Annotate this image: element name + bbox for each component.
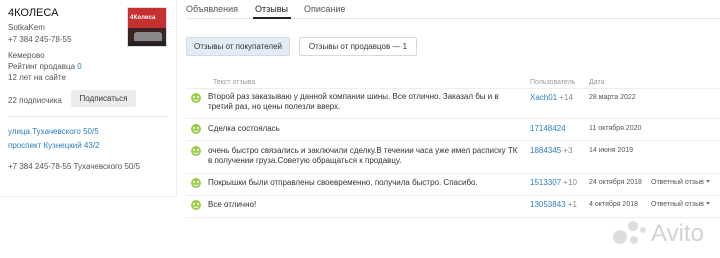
column-header-user: Пользователь (530, 79, 576, 86)
seller-rating: Рейтинг продавца 0 (8, 62, 82, 71)
review-user[interactable]: 17148424 (530, 124, 566, 133)
review-user[interactable]: 1513307 +10 (530, 178, 577, 187)
seller-card: 4КОЛЕСА SotkaKem +7 384 245-78-55 4Колес… (0, 0, 177, 197)
review-row: Сделка состоялась 17148424 11 октября 20… (186, 118, 720, 140)
column-header-date: Дата (589, 79, 605, 86)
reply-label: Ответный отзыв (651, 179, 704, 186)
review-user[interactable]: 13053843 +1 (530, 200, 577, 209)
positive-smile-icon (191, 200, 201, 210)
seller-login: SotkaKem (8, 23, 45, 32)
seller-phone: +7 384 245-78-55 (8, 35, 72, 44)
tab-listings[interactable]: Объявления (186, 4, 238, 14)
positive-smile-icon (191, 146, 201, 156)
positive-smile-icon (191, 178, 201, 188)
review-date: 14 июня 2019 (589, 147, 634, 154)
watermark-text: Avito (651, 220, 704, 247)
seller-avatar[interactable]: 4Колеса (127, 7, 167, 47)
review-user-name[interactable]: 13053843 (530, 200, 566, 209)
reply-label: Ответный отзыв (651, 201, 704, 208)
logo-road (128, 42, 166, 46)
review-row: Второй раз заказываю у данной компании ш… (186, 88, 720, 118)
filter-buyers-reviews[interactable]: Отзывы от покупателей (186, 37, 290, 56)
divider (8, 116, 168, 117)
profile-tabs: Объявления Отзывы Описание (186, 0, 720, 19)
address-link[interactable]: улица Тухачевского 50/5 (8, 127, 99, 136)
review-user-count: +1 (567, 200, 577, 209)
review-user-count: +10 (563, 178, 577, 187)
review-date: 11 октября 2020 (589, 125, 642, 132)
logo-text: 4Колеса (130, 15, 156, 21)
review-user-name[interactable]: 1513307 (530, 178, 561, 187)
review-user-name[interactable]: Xach01 (530, 93, 557, 102)
review-date: 24 октября 2018 (589, 179, 642, 186)
column-header-text: Текст отзыва (213, 79, 256, 86)
filter-sellers-reviews[interactable]: Отзывы от продавцов — 1 (299, 37, 417, 56)
seller-rating-value[interactable]: 0 (77, 62, 81, 71)
review-user[interactable]: Xach01 +14 (530, 93, 573, 102)
chevron-down-icon (705, 202, 710, 205)
seller-rating-label: Рейтинг продавца (8, 62, 76, 71)
chevron-down-icon (705, 180, 710, 183)
review-text: Второй раз заказываю у данной компании ш… (208, 92, 499, 111)
avito-watermark: Avito (613, 218, 715, 250)
reply-dropdown[interactable]: Ответный отзыв (651, 179, 710, 186)
review-user-name[interactable]: 1884345 (530, 146, 561, 155)
review-text: очень быстро связались и заключили сделк… (208, 146, 518, 165)
review-row: Все отлично! 13053843 +1 4 октября 2018 … (186, 195, 720, 217)
address-link[interactable]: проспект Кузнецкий 43/2 (8, 141, 100, 150)
subscribe-button[interactable]: Подписаться (71, 90, 136, 107)
positive-smile-icon (191, 124, 201, 134)
tab-description[interactable]: Описание (304, 4, 345, 14)
tab-reviews[interactable]: Отзывы (255, 4, 288, 14)
watermark-dot (613, 230, 627, 244)
review-user[interactable]: 1884345 +3 (530, 146, 573, 155)
review-date: 4 октября 2018 (589, 201, 638, 208)
review-text: Сделка состоялась (208, 124, 280, 133)
subscribers-count: 22 подписчика (8, 96, 62, 105)
watermark-dot (640, 227, 646, 233)
positive-smile-icon (191, 93, 201, 103)
watermark-dot (630, 236, 638, 244)
seller-years: 12 лет на сайте (8, 73, 66, 82)
seller-city: Кемерово (8, 51, 45, 60)
review-user-count: +14 (559, 93, 573, 102)
review-date: 28 марта 2022 (589, 94, 636, 101)
watermark-dot (628, 221, 638, 231)
reply-dropdown[interactable]: Ответный отзыв (651, 201, 710, 208)
seller-phone-address: +7 384 245-78-55 Тухачевского 50/5 (8, 162, 141, 171)
car-icon (134, 32, 162, 41)
review-text: Покрышки были отправлены своевременно, п… (208, 178, 478, 187)
review-user-count: +3 (563, 146, 573, 155)
active-tab-indicator (253, 17, 291, 19)
seller-name[interactable]: 4КОЛЕСА (8, 7, 58, 19)
review-text: Все отлично! (208, 200, 257, 209)
review-user-name[interactable]: 17148424 (530, 124, 566, 133)
review-row: очень быстро связались и заключили сделк… (186, 140, 720, 173)
review-row: Покрышки были отправлены своевременно, п… (186, 173, 720, 195)
